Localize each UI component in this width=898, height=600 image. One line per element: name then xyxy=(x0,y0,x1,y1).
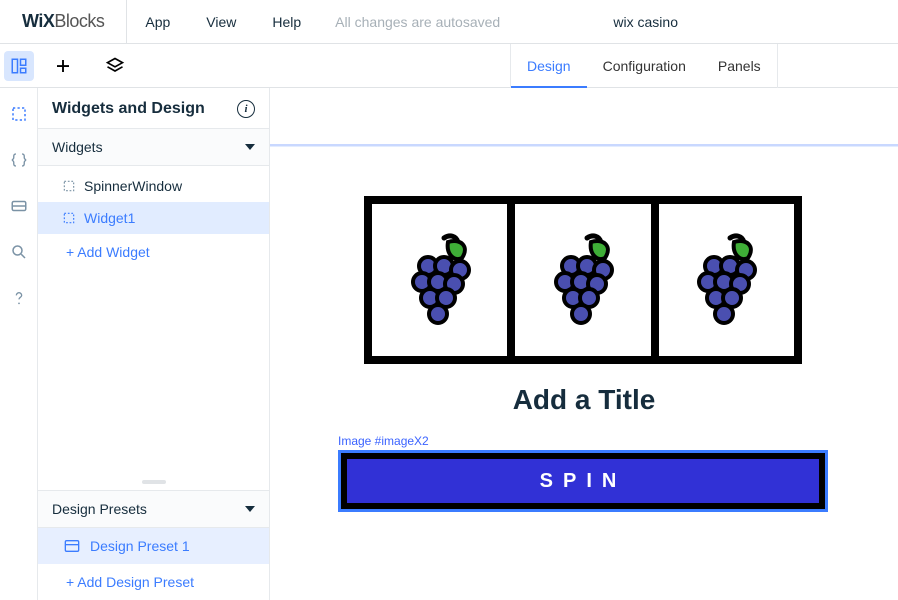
layout-icon xyxy=(10,57,28,75)
rail-code[interactable] xyxy=(7,148,31,172)
tab-design[interactable]: Design xyxy=(511,44,587,88)
grape-icon xyxy=(686,232,766,328)
add-widget-link[interactable]: + Add Widget xyxy=(38,234,269,270)
presets-header-label: Design Presets xyxy=(52,501,147,517)
chevron-down-icon xyxy=(245,144,255,150)
database-icon xyxy=(10,197,28,215)
rail-database[interactable] xyxy=(7,194,31,218)
braces-icon xyxy=(10,151,28,169)
layers-button[interactable] xyxy=(100,51,130,81)
layout-mode-button[interactable] xyxy=(4,51,34,81)
selected-element-outline[interactable]: SPIN xyxy=(338,450,828,512)
widget-label: SpinnerWindow xyxy=(84,178,182,194)
main-area: Widgets and Design i Widgets SpinnerWind… xyxy=(0,88,898,600)
panel-title: Widgets and Design xyxy=(52,100,205,118)
canvas-tabs: Design Configuration Panels xyxy=(510,44,778,88)
widgets-tree: SpinnerWindow Widget1 + Add Widget xyxy=(38,166,269,274)
plus-icon xyxy=(54,57,72,75)
grape-icon xyxy=(400,232,480,328)
presets-list: Design Preset 1 + Add Design Preset xyxy=(38,528,269,600)
preset-icon xyxy=(64,539,80,553)
slot-machine-widget[interactable] xyxy=(364,196,802,364)
chevron-down-icon xyxy=(245,506,255,512)
widget-item-spinnerwindow[interactable]: SpinnerWindow xyxy=(38,170,269,202)
title-text[interactable]: Add a Title xyxy=(270,384,898,416)
info-icon[interactable]: i xyxy=(237,100,255,118)
reel-3[interactable] xyxy=(659,204,794,356)
widgets-section-header[interactable]: Widgets xyxy=(38,128,269,166)
add-button[interactable] xyxy=(48,51,78,81)
design-canvas[interactable]: Add a Title Image #imageX2 SPIN xyxy=(270,88,898,600)
left-rail xyxy=(0,88,38,600)
reel-2[interactable] xyxy=(515,204,658,356)
search-icon xyxy=(10,243,28,261)
widgets-header-label: Widgets xyxy=(52,139,103,155)
logo: WiXBlocks xyxy=(0,0,127,43)
spin-button-label: SPIN xyxy=(540,470,627,493)
tool-bar: Design Configuration Panels xyxy=(0,44,898,88)
add-preset-link[interactable]: + Add Design Preset xyxy=(38,564,269,600)
top-menu-bar: WiXBlocks App View Help All changes are … xyxy=(0,0,898,44)
autosave-status: All changes are autosaved xyxy=(319,14,500,30)
widget-frame-icon xyxy=(62,211,76,225)
widget-label: Widget1 xyxy=(84,210,135,226)
rail-widget-tree[interactable] xyxy=(7,102,31,126)
rail-help[interactable] xyxy=(7,286,31,310)
panel-title-row: Widgets and Design i xyxy=(38,88,269,128)
widget-frame-icon xyxy=(10,105,28,123)
canvas-guide-line xyxy=(270,144,898,146)
preset-label: Design Preset 1 xyxy=(90,538,190,554)
slot-reels xyxy=(364,196,802,364)
rail-search[interactable] xyxy=(7,240,31,264)
menu-view[interactable]: View xyxy=(188,0,254,44)
logo-strong: WiX xyxy=(22,11,54,32)
selection-label[interactable]: Image #imageX2 xyxy=(338,434,429,448)
presets-section-header[interactable]: Design Presets xyxy=(38,490,269,528)
menu-app[interactable]: App xyxy=(127,0,188,44)
reel-1[interactable] xyxy=(372,204,515,356)
widget-item-widget1[interactable]: Widget1 xyxy=(38,202,269,234)
tab-panels[interactable]: Panels xyxy=(702,44,777,88)
menu-help[interactable]: Help xyxy=(254,0,319,44)
drag-handle[interactable] xyxy=(142,480,166,484)
preset-item-1[interactable]: Design Preset 1 xyxy=(38,528,269,564)
question-icon xyxy=(11,289,27,307)
panel-resizer-area xyxy=(38,274,269,490)
layers-icon xyxy=(105,56,125,76)
main-menu: App View Help xyxy=(127,0,319,44)
spin-button[interactable]: SPIN xyxy=(341,453,825,509)
project-name[interactable]: wix casino xyxy=(613,0,678,44)
grape-icon xyxy=(543,232,623,328)
logo-light: Blocks xyxy=(54,11,104,32)
widget-frame-icon xyxy=(62,179,76,193)
side-panel: Widgets and Design i Widgets SpinnerWind… xyxy=(38,88,270,600)
tab-configuration[interactable]: Configuration xyxy=(587,44,702,88)
